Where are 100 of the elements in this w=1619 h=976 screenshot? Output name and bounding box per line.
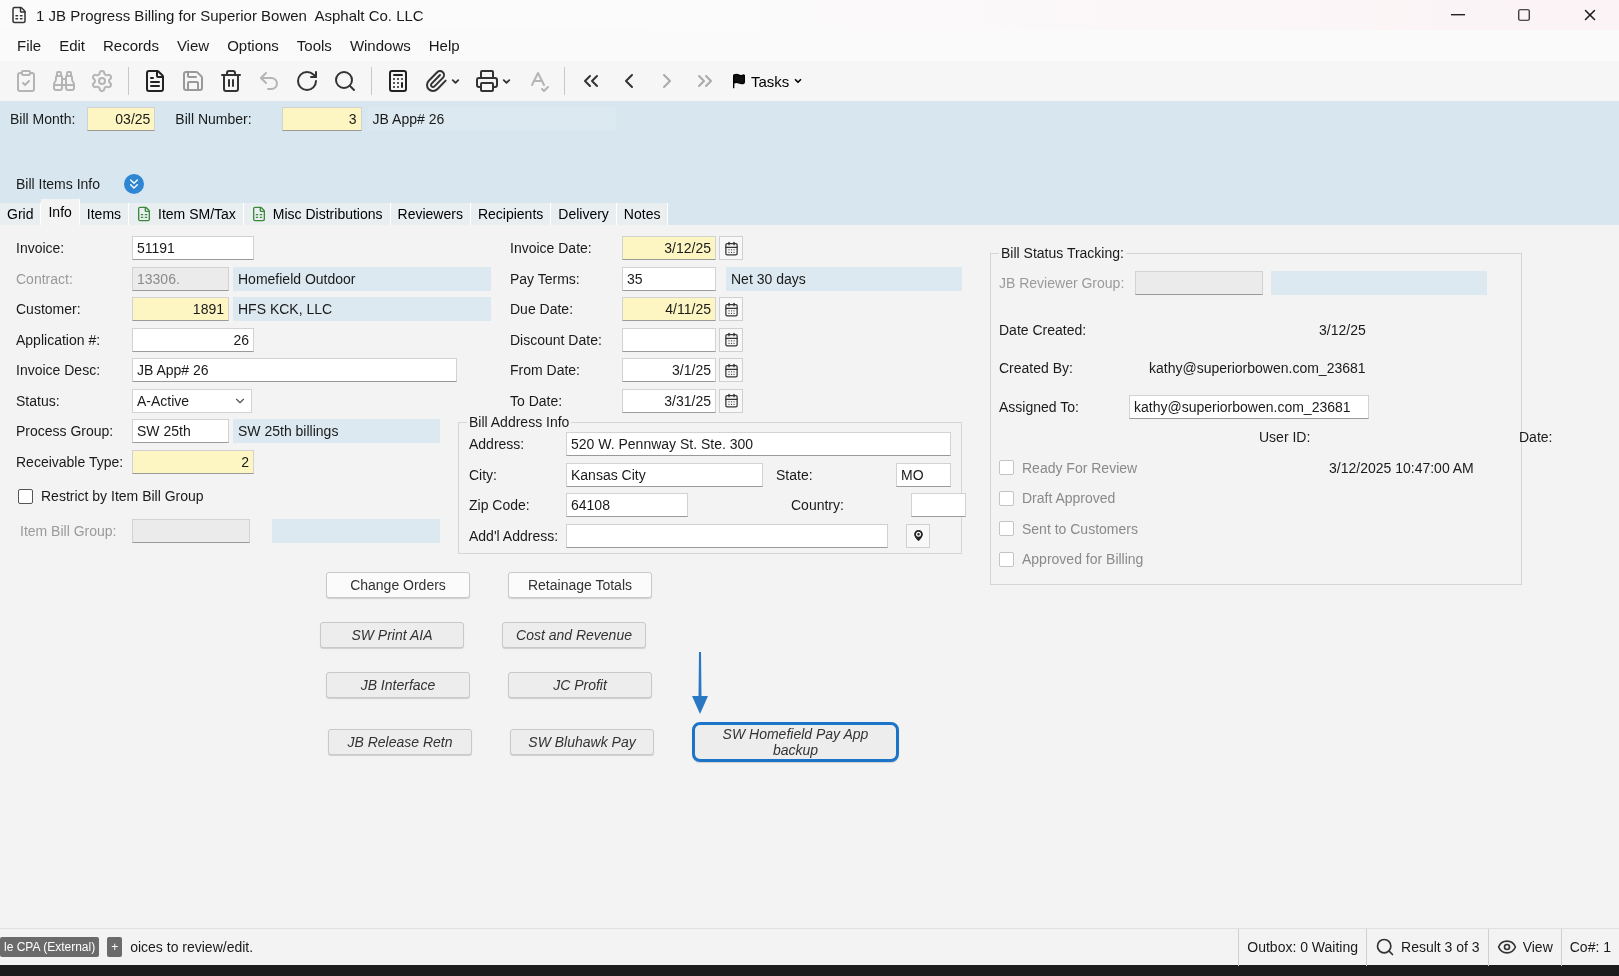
text-field[interactable]: 3/1/25 [622,358,716,383]
document-icon[interactable] [143,69,167,93]
save-icon[interactable] [181,69,205,93]
column-heading: Date: [1519,429,1553,446]
text-field[interactable]: Kansas City [566,462,763,487]
field-label: To Date: [510,392,564,409]
tab[interactable]: Items [79,203,130,225]
minimize-icon [1451,14,1465,16]
view-status[interactable]: View [1487,928,1561,966]
action-button[interactable]: Change Orders [326,572,470,598]
text-field[interactable]: 26 [132,327,254,352]
field-label: Assigned To: [999,398,1080,415]
field-label: Process Group: [16,423,115,440]
edit-check-icon[interactable] [14,69,38,93]
action-button[interactable]: JB Interface [326,672,470,698]
checkbox[interactable] [18,488,33,504]
menu-item[interactable]: File [8,37,51,54]
calculator-icon[interactable] [386,69,410,93]
description-text: JB App# 26 [367,107,616,131]
text-field[interactable]: SW 25th [132,419,229,444]
calendar-icon [723,301,739,317]
calendar-button[interactable] [719,236,743,261]
settings-icon[interactable] [90,69,114,93]
field-label: Created By: [999,360,1074,377]
text-field[interactable]: 520 W. Pennway St. Ste. 300 [566,432,951,457]
refresh-icon[interactable] [295,69,319,93]
action-button[interactable]: SW Bluhawk Pay [510,729,654,755]
tab[interactable]: Reviewers [390,203,471,225]
text-field[interactable]: 64108 [566,493,688,518]
calendar-icon [723,332,739,348]
taskbar-chip[interactable]: + [107,937,123,957]
action-button[interactable]: JB Release Retn [328,729,472,755]
month-field[interactable]: 03/25 [87,107,156,131]
text-field[interactable] [566,523,888,548]
search-icon[interactable] [333,69,357,93]
tab[interactable]: Delivery [551,203,617,225]
calendar-button[interactable] [719,297,743,322]
tab[interactable]: Misc Distributions [243,203,391,225]
text-field[interactable] [622,327,716,352]
checkbox-label: Sent to Customers [1022,520,1138,537]
checkbox-label: Draft Approved [1022,490,1116,507]
action-button[interactable]: SW Homefield Pay App backup [692,722,899,762]
menu-item[interactable]: Tools [287,37,341,54]
tab[interactable]: Notes [616,203,669,225]
tab[interactable]: Grid [0,203,42,225]
expand-icon[interactable] [124,174,145,194]
menu-item[interactable]: Edit [50,37,95,54]
map-pin-button[interactable] [906,523,930,548]
map-pin-icon [910,528,926,544]
field-label: From Date: [510,362,581,379]
action-button[interactable]: Cost and Revenue [502,622,646,648]
created-by-value: kathy@superiorbowen.com_23681 [1149,360,1366,377]
text-field[interactable]: 2 [132,449,254,474]
status-dropdown[interactable]: A-Active [132,388,252,413]
menu-item[interactable]: Options [218,37,288,54]
calendar-button[interactable] [719,388,743,413]
binoculars-icon[interactable] [52,69,76,93]
action-button[interactable]: JC Profit [508,672,652,698]
text-field[interactable]: 3/31/25 [622,388,716,413]
text-field[interactable]: 35 [622,266,716,291]
field-label: Discount Date: [510,331,603,348]
tab[interactable]: Info [41,199,80,225]
action-button[interactable]: SW Print AIA [320,622,464,648]
text-field[interactable]: 4/11/25 [622,297,716,322]
text-field[interactable]: 3 [281,107,362,131]
field-label: Country: [791,497,845,514]
calendar-button[interactable] [719,358,743,383]
menu-item[interactable]: Records [94,37,168,54]
trash-icon[interactable] [219,69,243,93]
field-label: JB Reviewer Group: [999,275,1126,292]
tab[interactable]: Item SM/Tax [129,203,244,225]
text-field[interactable]: kathy@superiorbowen.com_23681 [1129,394,1369,419]
tab[interactable]: Recipients [470,203,552,225]
taskbar-chip[interactable]: le CPA (External) [0,937,100,957]
text-field[interactable]: 51191 [132,236,254,261]
tasks-button[interactable]: Tasks [731,72,804,90]
description-text: SW 25th billings [233,419,440,444]
text-field[interactable]: 3/12/25 [622,236,716,261]
group-title: Bill Address Info [467,414,572,430]
field-label: Contract: [16,270,74,287]
field-label: Pay Terms: [510,270,581,287]
text-field[interactable]: 1891 [132,297,229,322]
field-label: Zip Code: [469,497,531,514]
menu-item[interactable]: View [167,37,219,54]
paperclip-icon[interactable] [424,69,448,93]
calendar-button[interactable] [719,327,743,352]
printer-icon[interactable] [475,69,499,93]
action-button[interactable]: Retainage Totals [508,572,652,598]
menu-item[interactable]: Help [419,37,469,54]
undo-icon[interactable] [257,69,281,93]
field-label: Due Date: [510,301,575,318]
text-field[interactable] [911,493,966,518]
text-field[interactable]: JB App# 26 [132,358,457,383]
maximize-icon [1517,8,1531,22]
caret-icon [793,76,804,86]
down-arrow [692,652,708,714]
checkbox-label: Approved for Billing [1022,551,1144,568]
result-status[interactable]: Result 3 of 3 [1366,928,1488,966]
menu-item[interactable]: Windows [340,37,420,54]
text-field[interactable]: MO [896,462,951,487]
